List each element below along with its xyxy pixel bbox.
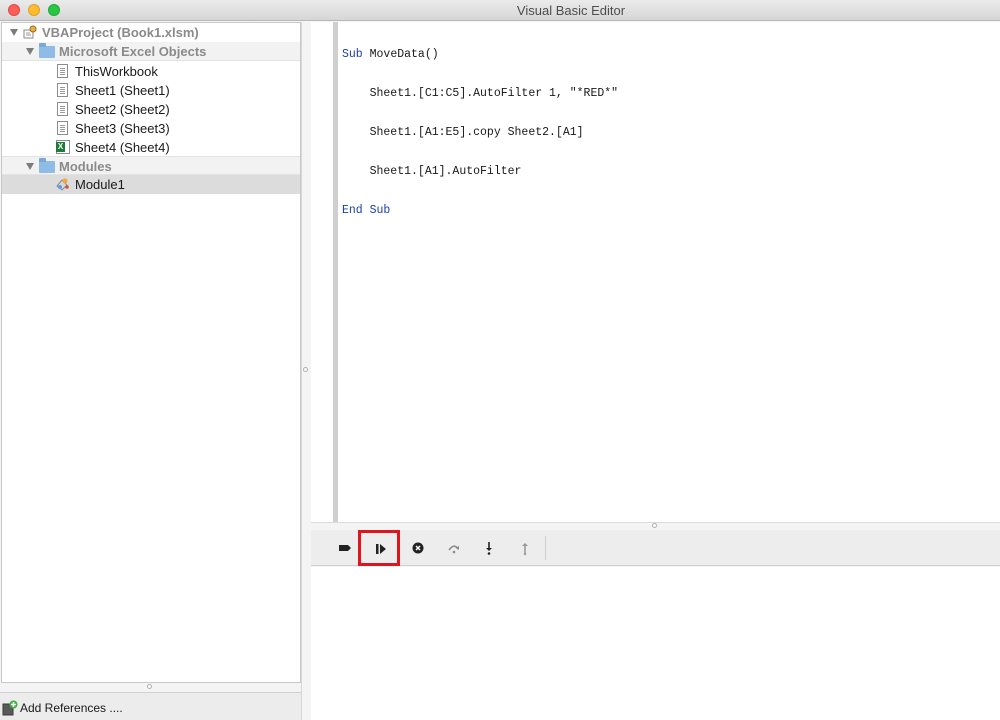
tree-group-label: Microsoft Excel Objects bbox=[59, 44, 207, 59]
splitter-handle-icon[interactable] bbox=[147, 684, 152, 689]
title-bar: Visual Basic Editor bbox=[0, 0, 1000, 21]
stop-icon bbox=[412, 542, 424, 554]
add-references-button[interactable]: Add References .... bbox=[2, 699, 123, 717]
step-out-icon bbox=[522, 543, 528, 556]
run-button[interactable] bbox=[358, 530, 400, 566]
breakpoint-icon bbox=[339, 545, 351, 551]
keyword: Sub bbox=[342, 48, 363, 61]
tree-item-label: Module1 bbox=[75, 177, 125, 192]
splitter-handle-icon[interactable] bbox=[303, 367, 308, 372]
code-text[interactable]: Sub MoveData() Sheet1.[C1:C5].AutoFilter… bbox=[342, 22, 618, 243]
tree-item-sheet4[interactable]: X Sheet4 (Sheet4) bbox=[2, 138, 300, 157]
code-line: Sheet1.[A1].AutoFilter bbox=[342, 165, 618, 178]
debug-toolbar bbox=[311, 530, 1000, 566]
excel-sheet-icon: X bbox=[56, 140, 70, 154]
code-line: End Sub bbox=[342, 204, 618, 217]
toggle-breakpoint-button[interactable] bbox=[330, 533, 360, 563]
tree-root-vbaproject[interactable]: VBAProject (Book1.xlsm) bbox=[2, 23, 300, 42]
step-into-button[interactable] bbox=[474, 533, 504, 563]
document-icon bbox=[57, 83, 68, 97]
project-footer: Add References .... bbox=[0, 692, 301, 720]
code-text-segment: Sheet1.[C1:C5].AutoFilter 1, "*RED*" bbox=[342, 87, 619, 100]
document-icon bbox=[57, 121, 68, 135]
add-references-label: Add References .... bbox=[20, 701, 123, 715]
code-margin-bar[interactable] bbox=[333, 22, 338, 522]
document-icon bbox=[57, 64, 68, 78]
tree-item-sheet2[interactable]: Sheet2 (Sheet2) bbox=[2, 100, 300, 119]
splitter-handle-icon[interactable] bbox=[652, 523, 657, 528]
tree-item-label: Sheet4 (Sheet4) bbox=[75, 140, 170, 155]
tree-item-sheet3[interactable]: Sheet3 (Sheet3) bbox=[2, 119, 300, 138]
tree-item-sheet1[interactable]: Sheet1 (Sheet1) bbox=[2, 81, 300, 100]
code-line: Sheet1.[C1:C5].AutoFilter 1, "*RED*" bbox=[342, 87, 618, 100]
document-icon bbox=[57, 102, 68, 116]
tree-item-label: Sheet1 (Sheet1) bbox=[75, 83, 170, 98]
run-continue-icon bbox=[376, 544, 386, 554]
keyword: End Sub bbox=[342, 204, 391, 217]
add-reference-icon bbox=[2, 700, 18, 716]
disclosure-triangle-icon[interactable] bbox=[26, 48, 34, 55]
left-panel-splitter[interactable] bbox=[1, 683, 301, 691]
horizontal-splitter[interactable] bbox=[311, 522, 1000, 530]
window-title: Visual Basic Editor bbox=[516, 3, 626, 18]
disclosure-triangle-icon[interactable] bbox=[26, 163, 34, 170]
toolbar-separator bbox=[545, 536, 546, 560]
tree-item-label: Sheet3 (Sheet3) bbox=[75, 121, 170, 136]
code-text-segment: Sheet1.[A1].AutoFilter bbox=[342, 165, 522, 178]
vbe-window: Visual Basic Editor VBAProject (Book1.xl… bbox=[0, 0, 1000, 720]
project-explorer: VBAProject (Book1.xlsm) Microsoft Excel … bbox=[1, 22, 301, 683]
code-line: Sub MoveData() bbox=[342, 48, 618, 61]
module-icon bbox=[55, 176, 71, 192]
code-text-segment: MoveData() bbox=[362, 48, 439, 61]
vbaproject-icon bbox=[22, 24, 38, 40]
folder-icon bbox=[39, 158, 55, 173]
vertical-splitter[interactable] bbox=[301, 22, 311, 720]
immediate-window[interactable] bbox=[311, 567, 1000, 720]
tree-item-label: Sheet2 (Sheet2) bbox=[75, 102, 170, 117]
disclosure-triangle-icon[interactable] bbox=[10, 29, 18, 36]
stop-button[interactable] bbox=[403, 533, 433, 563]
step-into-icon bbox=[486, 542, 492, 555]
tree-root-label: VBAProject (Book1.xlsm) bbox=[42, 25, 199, 40]
tree-item-label: ThisWorkbook bbox=[75, 64, 158, 79]
tree-item-thisworkbook[interactable]: ThisWorkbook bbox=[2, 62, 300, 81]
step-out-button[interactable] bbox=[510, 533, 540, 563]
tree-group-modules[interactable]: Modules bbox=[2, 156, 300, 175]
step-over-button[interactable] bbox=[439, 533, 469, 563]
code-text-segment: Sheet1.[A1:E5].copy Sheet2.[A1] bbox=[342, 126, 584, 139]
tree-item-module1[interactable]: Module1 bbox=[2, 175, 300, 194]
code-editor[interactable]: Sub MoveData() Sheet1.[C1:C5].AutoFilter… bbox=[311, 22, 1000, 522]
tree-group-excel-objects[interactable]: Microsoft Excel Objects bbox=[2, 42, 300, 61]
code-line: Sheet1.[A1:E5].copy Sheet2.[A1] bbox=[342, 126, 618, 139]
folder-icon bbox=[39, 43, 55, 58]
step-over-icon bbox=[448, 545, 459, 554]
tree-group-label: Modules bbox=[59, 159, 112, 174]
